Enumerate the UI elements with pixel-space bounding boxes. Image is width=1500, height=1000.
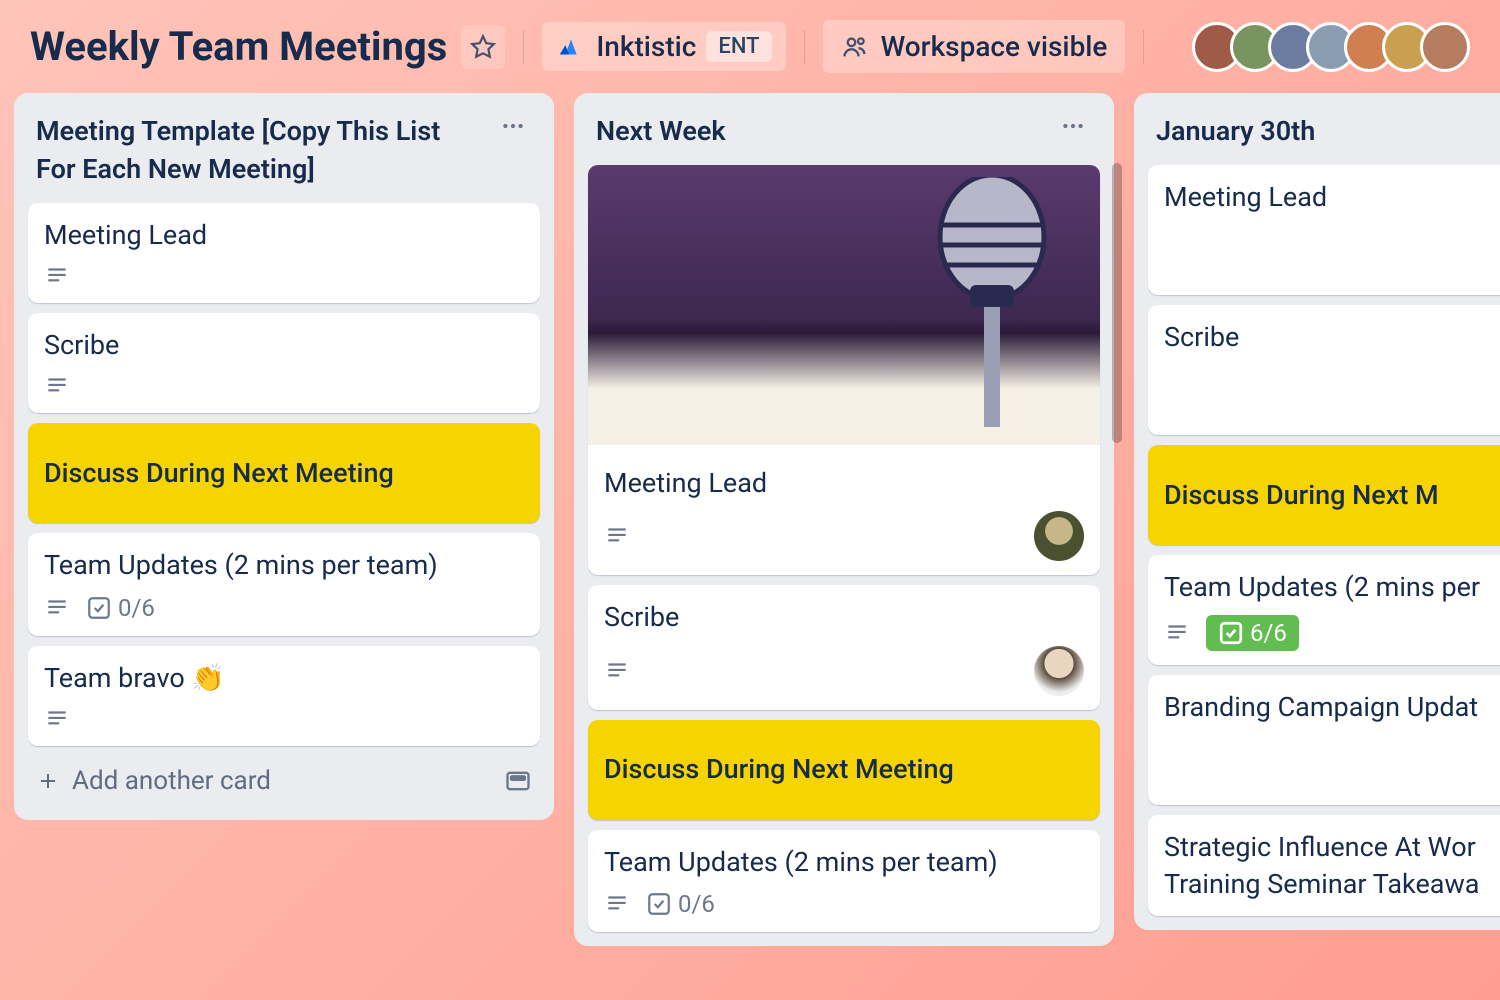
description-icon bbox=[604, 891, 630, 917]
description-icon bbox=[1164, 620, 1190, 646]
card[interactable]: Strategic Influence At Wor Training Semi… bbox=[1148, 815, 1500, 916]
checklist-count: 0/6 bbox=[118, 594, 155, 622]
card[interactable]: Scribe bbox=[1148, 305, 1500, 435]
workspace-name: Inktistic bbox=[596, 30, 696, 63]
checklist-icon bbox=[86, 595, 112, 621]
card[interactable]: Meeting Lead bbox=[28, 203, 540, 303]
atlassian-logo-icon bbox=[556, 32, 586, 62]
description-icon bbox=[604, 658, 630, 684]
checklist-icon bbox=[1218, 620, 1244, 646]
description-icon bbox=[44, 706, 70, 732]
description-icon bbox=[604, 523, 630, 549]
card-title: Scribe bbox=[1164, 319, 1494, 355]
add-card-label: Add another card bbox=[72, 766, 271, 796]
star-board-button[interactable] bbox=[461, 25, 505, 69]
checklist-count: 6/6 bbox=[1250, 619, 1287, 647]
visibility-label: Workspace visible bbox=[881, 30, 1108, 63]
card-section-header[interactable]: Discuss During Next M bbox=[1148, 445, 1500, 545]
list-header: Next Week bbox=[588, 107, 1100, 155]
board-header: Weekly Team Meetings Inktistic ENT Works… bbox=[0, 0, 1500, 83]
scrollbar[interactable] bbox=[1112, 163, 1122, 443]
list-header: January 30th bbox=[1148, 107, 1500, 155]
board-title[interactable]: Weekly Team Meetings bbox=[30, 23, 447, 70]
card-template-icon[interactable] bbox=[504, 767, 532, 795]
card-section-header[interactable]: Discuss During Next Meeting bbox=[588, 720, 1100, 820]
list-meeting-template: Meeting Template [Copy This List For Eac… bbox=[14, 93, 554, 820]
card-badges: 6/6 bbox=[1164, 615, 1494, 651]
star-icon bbox=[470, 34, 496, 60]
divider bbox=[523, 30, 524, 64]
list-january-30: January 30th Meeting Lead Scribe Discuss… bbox=[1134, 93, 1500, 930]
checklist-badge: 0/6 bbox=[646, 890, 715, 918]
card-badges bbox=[604, 523, 630, 549]
card[interactable]: Meeting Lead bbox=[1148, 165, 1500, 295]
plus-icon bbox=[36, 769, 60, 793]
card-title: Meeting Lead bbox=[1164, 179, 1494, 215]
card-title: Branding Campaign Updat bbox=[1164, 689, 1494, 725]
microphone-image bbox=[912, 177, 1072, 437]
card-title: Team Updates (2 mins per team) bbox=[604, 844, 1084, 880]
visibility-button[interactable]: Workspace visible bbox=[823, 20, 1126, 73]
card-title: Team bravo 👏 bbox=[44, 660, 524, 696]
divider bbox=[804, 30, 805, 64]
card[interactable]: Meeting Lead bbox=[588, 165, 1100, 575]
card-badges bbox=[44, 373, 524, 399]
card-title: Team Updates (2 mins per bbox=[1164, 569, 1494, 605]
card[interactable]: Scribe bbox=[28, 313, 540, 413]
workspace-switcher[interactable]: Inktistic ENT bbox=[542, 22, 785, 71]
card[interactable]: Scribe bbox=[588, 585, 1100, 709]
workspace-plan-badge: ENT bbox=[706, 31, 771, 62]
list-title[interactable]: Next Week bbox=[596, 113, 1044, 151]
card-title: Discuss During Next Meeting bbox=[604, 751, 1084, 787]
list-title[interactable]: Meeting Template [Copy This List For Eac… bbox=[36, 113, 484, 189]
card[interactable]: Team bravo 👏 bbox=[28, 646, 540, 746]
checklist-badge-complete: 6/6 bbox=[1206, 615, 1299, 651]
description-icon bbox=[44, 263, 70, 289]
list-next-week: Next Week Meeting Lead bbox=[574, 93, 1114, 946]
card-title: Discuss During Next Meeting bbox=[44, 455, 524, 491]
card-title: Scribe bbox=[44, 327, 524, 363]
more-icon bbox=[500, 113, 526, 139]
card-title: Scribe bbox=[604, 599, 1084, 635]
card[interactable]: Team Updates (2 mins per team) 0/6 bbox=[28, 533, 540, 635]
card-cover-image bbox=[588, 165, 1100, 445]
checklist-icon bbox=[646, 891, 672, 917]
card-section-header[interactable]: Discuss During Next Meeting bbox=[28, 423, 540, 523]
add-card-button[interactable]: Add another card bbox=[28, 756, 540, 806]
divider bbox=[1143, 30, 1144, 64]
card-badges: 0/6 bbox=[604, 890, 1084, 918]
list-menu-button[interactable] bbox=[494, 113, 532, 146]
card-title: Meeting Lead bbox=[604, 465, 1084, 501]
more-icon bbox=[1060, 113, 1086, 139]
list-header: Meeting Template [Copy This List For Eac… bbox=[28, 107, 540, 193]
checklist-count: 0/6 bbox=[678, 890, 715, 918]
card-title: Team Updates (2 mins per team) bbox=[44, 547, 524, 583]
board-canvas[interactable]: Meeting Template [Copy This List For Eac… bbox=[0, 83, 1500, 956]
card-badges: 0/6 bbox=[44, 594, 524, 622]
card-title: Discuss During Next M bbox=[1164, 477, 1494, 513]
card[interactable]: Team Updates (2 mins per team) 0/6 bbox=[588, 830, 1100, 932]
checklist-badge: 0/6 bbox=[86, 594, 155, 622]
card-title: Strategic Influence At Wor Training Semi… bbox=[1164, 829, 1494, 902]
card-title: Meeting Lead bbox=[44, 217, 524, 253]
card-badges bbox=[44, 706, 524, 732]
card[interactable]: Branding Campaign Updat bbox=[1148, 675, 1500, 805]
people-icon bbox=[841, 33, 869, 61]
list-title[interactable]: January 30th bbox=[1156, 113, 1500, 151]
list-menu-button[interactable] bbox=[1054, 113, 1092, 146]
card-badges bbox=[604, 658, 630, 684]
description-icon bbox=[44, 373, 70, 399]
card-badges bbox=[44, 263, 524, 289]
card-member-avatar[interactable] bbox=[1034, 511, 1084, 561]
description-icon bbox=[44, 595, 70, 621]
card-member-avatar[interactable] bbox=[1034, 646, 1084, 696]
member-avatar[interactable] bbox=[1420, 22, 1470, 72]
card[interactable]: Team Updates (2 mins per 6/6 bbox=[1148, 555, 1500, 665]
board-members[interactable] bbox=[1204, 22, 1470, 72]
